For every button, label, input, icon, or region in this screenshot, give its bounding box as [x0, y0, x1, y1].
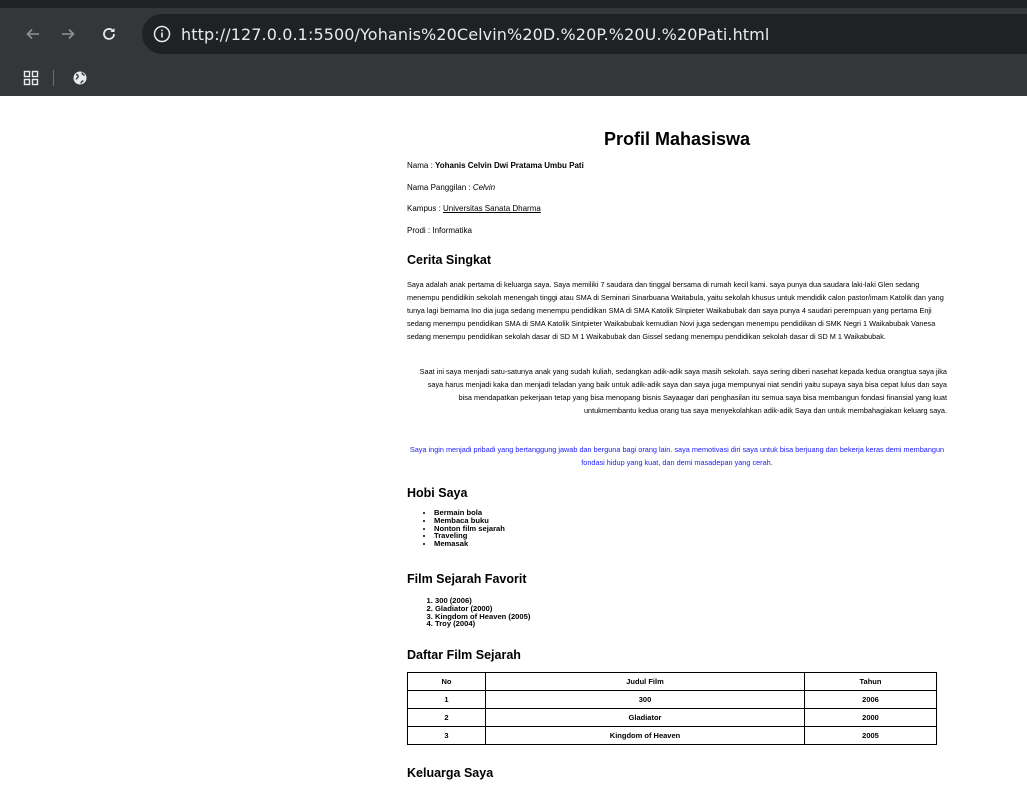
tab-strip [0, 0, 1027, 8]
info-prodi: Prodi : Informatika [407, 226, 472, 235]
column-header-judul: Judul Film [485, 672, 805, 691]
page-title: Profil Mahasiswa [603, 129, 751, 149]
page-viewport: Profil Mahasiswa Nama : Yohanis Celvin D… [8, 96, 1027, 785]
info-nama: Nama : Yohanis Celvin Dwi Pratama Umbu P… [407, 161, 584, 170]
daftar-film-heading: Daftar Film Sejarah [407, 648, 521, 662]
table-cell: 1 [407, 690, 486, 709]
url-text[interactable]: http://127.0.0.1:5500/Yohanis%20Celvin%2… [181, 25, 769, 44]
film-favorit-list: 300 (2006) Gladiator (2000) Kingdom of H… [435, 597, 530, 628]
globe-icon[interactable] [68, 66, 92, 90]
table-cell: 2000 [804, 708, 937, 727]
table-row: 2 Gladiator 2000 [407, 708, 937, 727]
panggilan-value: Celvin [472, 183, 496, 192]
column-header-no: No [407, 672, 486, 691]
cerita-heading: Cerita Singkat [407, 253, 492, 267]
kampus-value: Universitas Sanata Dharma [443, 204, 541, 213]
forward-icon[interactable] [56, 22, 80, 46]
info-panggilan: Nama Panggilan : Celvin [407, 183, 495, 192]
table-cell: 2005 [804, 726, 937, 745]
panggilan-label: Nama Panggilan : [407, 183, 473, 192]
bookmarks-divider [53, 70, 54, 86]
table-cell: 3 [407, 726, 486, 745]
table-header-row: No Judul Film Tahun [407, 672, 937, 691]
prodi-label: Prodi : [407, 226, 433, 235]
browser-toolbar: http://127.0.0.1:5500/Yohanis%20Celvin%2… [0, 8, 1027, 60]
list-item: Troy (2004) [435, 620, 530, 628]
column-header-tahun: Tahun [804, 672, 937, 691]
back-icon[interactable] [21, 22, 45, 46]
hobi-list: Bermain bola Membaca buku Nonton film se… [434, 509, 505, 548]
browser-chrome: http://127.0.0.1:5500/Yohanis%20Celvin%2… [0, 0, 1027, 96]
table-cell: 300 [485, 690, 805, 709]
table-row: 3 Kingdom of Heaven 2005 [407, 726, 937, 745]
site-info-icon[interactable] [152, 24, 172, 44]
kampus-label: Kampus : [407, 204, 444, 213]
bookmarks-bar [0, 60, 1027, 96]
cerita-paragraph-2: Saat ini saya menjadi satu-satunya anak … [419, 367, 947, 415]
reload-icon[interactable] [97, 22, 121, 46]
list-item: Memasak [434, 540, 505, 548]
table-cell: Kingdom of Heaven [485, 726, 805, 745]
hobi-heading: Hobi Saya [407, 486, 468, 500]
table-row: 1 300 2006 [407, 690, 937, 709]
nama-label: Nama : [407, 161, 436, 170]
film-favorit-heading: Film Sejarah Favorit [407, 572, 527, 586]
apps-grid-icon[interactable] [19, 66, 43, 90]
keluarga-heading: Keluarga Saya [407, 766, 494, 780]
cerita-paragraph-1: Saya adalah anak pertama di keluarga say… [407, 280, 944, 341]
address-bar[interactable]: http://127.0.0.1:5500/Yohanis%20Celvin%2… [142, 14, 1027, 54]
cerita-paragraph-3: Saya ingin menjadi pribadi yang bertangg… [409, 445, 945, 467]
table-cell: Gladiator [485, 708, 805, 727]
nama-value: Yohanis Celvin Dwi Pratama Umbu Pati [435, 161, 584, 170]
table-cell: 2 [407, 708, 486, 727]
info-kampus: Kampus : Universitas Sanata Dharma [407, 204, 541, 213]
prodi-value: Informatika [432, 226, 472, 235]
table-cell: 2006 [804, 690, 937, 709]
film-table: No Judul Film Tahun 1 300 2006 2 Gladiat… [407, 672, 937, 745]
